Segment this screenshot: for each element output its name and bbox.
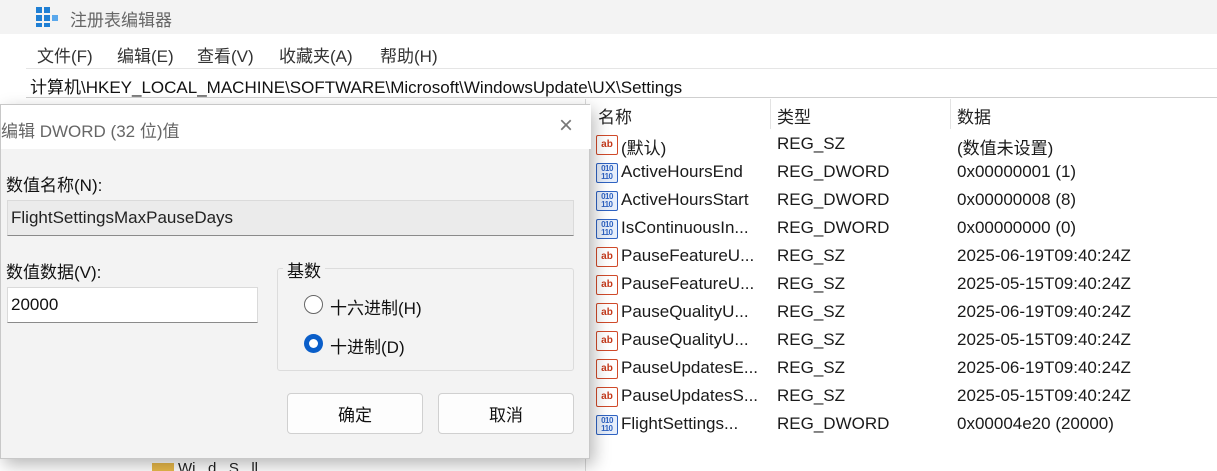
- string-value-icon: ab: [596, 247, 618, 267]
- decimal-radio[interactable]: 十进制(D): [304, 330, 484, 358]
- value-type: REG_SZ: [777, 302, 846, 321]
- value-row[interactable]: 010 110 FlightSettings... REG_DWORD 0x000…: [590, 411, 1217, 439]
- column-divider[interactable]: [770, 99, 771, 129]
- value-type: REG_SZ: [777, 330, 846, 349]
- value-name-field: FlightSettingsMaxPauseDays: [7, 200, 574, 236]
- close-icon[interactable]: ×: [553, 114, 579, 140]
- value-data: 0x00004e20 (20000): [957, 414, 1114, 433]
- string-value-icon: ab: [596, 359, 618, 379]
- address-path[interactable]: 计算机\HKEY_LOCAL_MACHINE\SOFTWARE\Microsof…: [30, 73, 682, 98]
- value-name: FlightSettings...: [621, 414, 739, 433]
- column-header-type[interactable]: 类型: [777, 103, 811, 128]
- registry-editor-icon: [36, 7, 58, 27]
- value-type: REG_SZ: [777, 246, 846, 265]
- value-row[interactable]: 010 110 ActiveHoursEnd REG_DWORD 0x000000…: [590, 159, 1217, 187]
- column-divider[interactable]: [950, 99, 951, 129]
- value-row[interactable]: ab PauseFeatureU... REG_SZ 2025-06-19T09…: [590, 243, 1217, 271]
- string-value-icon: ab: [596, 303, 618, 323]
- address-bar[interactable]: 计算机\HKEY_LOCAL_MACHINE\SOFTWARE\Microsof…: [26, 68, 1217, 98]
- column-header-data[interactable]: 数据: [957, 103, 991, 128]
- value-name: PauseFeatureU...: [621, 274, 755, 293]
- folder-icon: [152, 463, 174, 471]
- value-type: REG_DWORD: [777, 414, 890, 433]
- dialog-title: 编辑 DWORD (32 位)值: [1, 122, 180, 141]
- value-type: REG_SZ: [777, 358, 846, 377]
- radio-selected-icon[interactable]: [304, 334, 323, 353]
- menu-bar: 文件(F) 编辑(E) 查看(V) 收藏夹(A) 帮助(H): [0, 38, 1217, 66]
- column-header-name[interactable]: 名称: [598, 103, 632, 128]
- window-title: 注册表编辑器: [70, 11, 172, 30]
- value-data: 2025-05-15T09:40:24Z: [957, 386, 1131, 405]
- value-name: (默认): [621, 139, 667, 158]
- binary-value-icon: 010 110: [596, 163, 618, 183]
- edit-dword-dialog: 编辑 DWORD (32 位)值 × 数值名称(N): FlightSettin…: [0, 104, 591, 459]
- value-data: 0x00000000 (0): [957, 218, 1077, 237]
- value-name: ActiveHoursEnd: [621, 162, 743, 181]
- cancel-button[interactable]: 取消: [438, 393, 574, 434]
- string-value-icon: ab: [596, 331, 618, 351]
- ok-button[interactable]: 确定: [287, 393, 423, 434]
- window-titlebar: 注册表编辑器: [0, 0, 1217, 34]
- hex-radio[interactable]: 十六进制(H): [304, 291, 484, 319]
- menu-help[interactable]: 帮助(H): [380, 42, 438, 67]
- string-value-icon: ab: [596, 387, 618, 407]
- value-name-text: FlightSettingsMaxPauseDays: [11, 208, 234, 227]
- value-name: IsContinuousIn...: [621, 218, 749, 237]
- value-data: 2025-05-15T09:40:24Z: [957, 330, 1131, 349]
- binary-value-icon: 010 110: [596, 219, 618, 239]
- value-row[interactable]: ab (默认) REG_SZ (数值未设置): [590, 131, 1217, 159]
- string-value-icon: ab: [596, 275, 618, 295]
- value-name: PauseQualityU...: [621, 330, 749, 349]
- menu-file[interactable]: 文件(F): [37, 42, 93, 67]
- value-row[interactable]: ab PauseQualityU... REG_SZ 2025-06-19T09…: [590, 299, 1217, 327]
- value-data: (数值未设置): [957, 139, 1054, 158]
- value-row[interactable]: 010 110 IsContinuousIn... REG_DWORD 0x000…: [590, 215, 1217, 243]
- radio-button-icon[interactable]: [304, 295, 323, 314]
- menu-favorites[interactable]: 收藏夹(A): [279, 42, 353, 67]
- value-name-label: 数值名称(N):: [6, 176, 103, 195]
- value-data: 0x00000001 (1): [957, 162, 1077, 181]
- hex-radio-label[interactable]: 十六进制(H): [330, 294, 422, 319]
- value-name: ActiveHoursStart: [621, 190, 749, 209]
- value-row[interactable]: 010 110 ActiveHoursStart REG_DWORD 0x0000…: [590, 187, 1217, 215]
- value-type: REG_SZ: [777, 386, 846, 405]
- value-type: REG_SZ: [777, 134, 846, 153]
- value-data: 2025-06-19T09:40:24Z: [957, 246, 1131, 265]
- value-type: REG_DWORD: [777, 218, 890, 237]
- dialog-titlebar[interactable]: 编辑 DWORD (32 位)值 ×: [1, 105, 591, 149]
- value-name: PauseFeatureU...: [621, 246, 755, 265]
- tree-item-peek[interactable]: Wi...d...S...ll: [178, 460, 258, 471]
- value-data: 0x00000008 (8): [957, 190, 1077, 209]
- value-data: 2025-06-19T09:40:24Z: [957, 302, 1131, 321]
- value-row[interactable]: ab PauseQualityU... REG_SZ 2025-05-15T09…: [590, 327, 1217, 355]
- value-type: REG_SZ: [777, 274, 846, 293]
- value-name: PauseUpdatesS...: [621, 386, 759, 405]
- value-data-label: 数值数据(V):: [6, 263, 102, 282]
- value-row[interactable]: ab PauseUpdatesS... REG_SZ 2025-05-15T09…: [590, 383, 1217, 411]
- value-type: REG_DWORD: [777, 190, 890, 209]
- value-name: PauseQualityU...: [621, 302, 749, 321]
- value-row[interactable]: ab PauseFeatureU... REG_SZ 2025-05-15T09…: [590, 271, 1217, 299]
- value-data-input[interactable]: [7, 287, 258, 323]
- base-group-label: 基数: [283, 257, 325, 282]
- menu-view[interactable]: 查看(V): [197, 42, 254, 67]
- value-type: REG_DWORD: [777, 162, 890, 181]
- value-data: 2025-06-19T09:40:24Z: [957, 358, 1131, 377]
- binary-value-icon: 010 110: [596, 415, 618, 435]
- string-value-icon: ab: [596, 135, 618, 155]
- menu-edit[interactable]: 编辑(E): [117, 42, 174, 67]
- values-list[interactable]: 名称 类型 数据 ab (默认) REG_SZ (数值未设置) 010 110 A…: [590, 99, 1217, 471]
- binary-value-icon: 010 110: [596, 191, 618, 211]
- value-row[interactable]: ab PauseUpdatesE... REG_SZ 2025-06-19T09…: [590, 355, 1217, 383]
- value-data: 2025-05-15T09:40:24Z: [957, 274, 1131, 293]
- decimal-radio-label[interactable]: 十进制(D): [330, 333, 405, 358]
- value-name: PauseUpdatesE...: [621, 358, 759, 377]
